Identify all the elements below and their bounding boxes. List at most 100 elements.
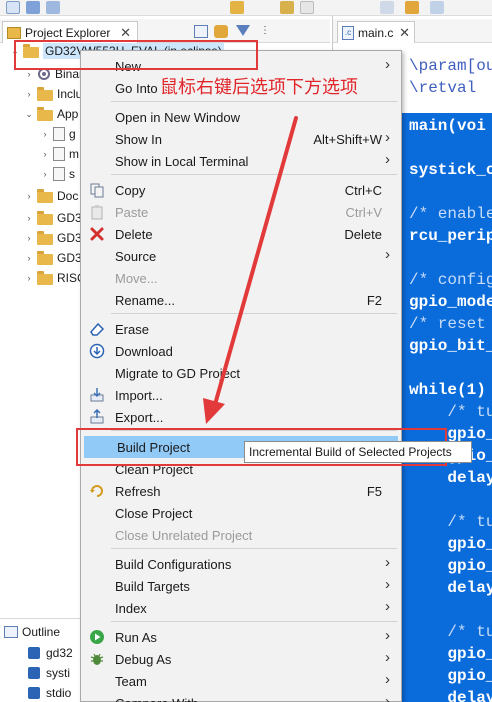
- menu-separator: [111, 101, 397, 102]
- outline-item[interactable]: stdio: [28, 683, 71, 702]
- menu-item-label: Go Into: [115, 80, 158, 96]
- collapsed-arrow-icon[interactable]: ›: [24, 273, 34, 283]
- tree-item-label: Doc: [57, 189, 79, 203]
- perspective-icon[interactable]: [430, 1, 444, 14]
- search-icon[interactable]: [380, 1, 394, 14]
- collapsed-arrow-icon[interactable]: ›: [24, 191, 34, 201]
- editor-tabbar: .c main.c ✕: [333, 19, 492, 43]
- menu-item-delete[interactable]: Delete Delete: [82, 223, 400, 245]
- menu-item-build-targets[interactable]: Build Targets ›: [82, 575, 400, 597]
- menu-item-shortcut: Alt+Shift+W: [313, 131, 382, 147]
- code-line: /* tu: [409, 403, 492, 421]
- menu-item-compare-with[interactable]: Compare With ›: [82, 692, 400, 702]
- menu-item-refresh[interactable]: Refresh F5: [82, 480, 400, 502]
- menu-item-paste[interactable]: Paste Ctrl+V: [82, 201, 400, 223]
- collapsed-arrow-icon[interactable]: ›: [24, 233, 34, 243]
- include-icon: [28, 667, 40, 679]
- save-all-icon[interactable]: [46, 1, 60, 14]
- menu-item-source[interactable]: Source ›: [82, 245, 400, 267]
- menu-item-label: Export...: [115, 409, 164, 425]
- tree-item[interactable]: › GD3: [24, 228, 82, 248]
- tree-item[interactable]: › s: [40, 164, 75, 184]
- close-icon[interactable]: ✕: [399, 25, 410, 41]
- menu-item-label: Debug As: [115, 651, 172, 667]
- submenu-arrow-icon: ›: [385, 129, 390, 146]
- tree-item-label: m: [69, 147, 79, 161]
- refresh-icon: [89, 483, 105, 499]
- menu-item-show-in[interactable]: Show In Alt+Shift+W ›: [82, 128, 400, 150]
- code-line: gpio_: [409, 645, 492, 663]
- code-line: /* enable: [409, 205, 492, 223]
- menu-item-erase[interactable]: Erase: [82, 318, 400, 340]
- menu-item-rename[interactable]: Rename... F2: [82, 289, 400, 311]
- outline-item[interactable]: gd32: [28, 643, 73, 663]
- menu-item-label: Migrate to GD Project: [115, 365, 240, 381]
- tree-item[interactable]: › GD3: [24, 248, 82, 268]
- new-icon[interactable]: [6, 1, 20, 14]
- menu-item-build-configurations[interactable]: Build Configurations ›: [82, 553, 400, 575]
- menu-item-copy[interactable]: Copy Ctrl+C: [82, 179, 400, 201]
- back-icon[interactable]: [280, 1, 294, 14]
- forward-icon[interactable]: [300, 1, 314, 14]
- context-menu: New › Go Into Open in New Window Show In Alt+…: [80, 50, 402, 702]
- menu-item-close-unrelated-project[interactable]: Close Unrelated Project: [82, 524, 400, 546]
- filter-icon[interactable]: [236, 25, 250, 36]
- menu-item-label: Compare With: [115, 696, 198, 702]
- tree-item[interactable]: › Doc: [24, 186, 78, 206]
- menu-item-migrate-to-gd-project[interactable]: Migrate to GD Project: [82, 362, 400, 384]
- build-icon[interactable]: [230, 1, 244, 14]
- tree-item[interactable]: › GD3: [24, 208, 82, 228]
- collapse-all-icon[interactable]: [194, 25, 208, 38]
- tree-item[interactable]: › m: [40, 144, 79, 164]
- menu-item-label: Copy: [115, 182, 146, 198]
- menu-item-label: Delete: [115, 226, 153, 242]
- menu-item-import[interactable]: Import...: [82, 384, 400, 406]
- copy-icon: [89, 182, 105, 198]
- erase-icon: [89, 321, 105, 337]
- debug-icon: [89, 651, 105, 667]
- menu-item-close-project[interactable]: Close Project: [82, 502, 400, 524]
- expanded-arrow-icon[interactable]: ⌄: [24, 109, 34, 120]
- tree-item[interactable]: ⌄ App: [24, 104, 78, 124]
- collapsed-arrow-icon[interactable]: ›: [24, 89, 34, 99]
- collapsed-arrow-icon[interactable]: ›: [40, 169, 50, 179]
- menu-item-download[interactable]: Download: [82, 340, 400, 362]
- menu-item-export[interactable]: Export...: [82, 406, 400, 428]
- collapsed-arrow-icon[interactable]: ›: [40, 149, 50, 159]
- menu-item-debug-as[interactable]: Debug As ›: [82, 648, 400, 670]
- collapsed-arrow-icon[interactable]: ›: [40, 129, 50, 139]
- export-icon: [89, 408, 105, 425]
- menu-item-show-in-local-terminal[interactable]: Show in Local Terminal ›: [82, 150, 400, 172]
- menu-item-index[interactable]: Index ›: [82, 597, 400, 619]
- outline-item-label: systi: [46, 666, 70, 680]
- run-tool-icon[interactable]: [405, 1, 419, 14]
- outline-icon: [4, 626, 18, 638]
- menu-item-label: Build Configurations: [115, 556, 232, 572]
- download-icon: [89, 343, 105, 359]
- tree-item[interactable]: › g: [40, 124, 76, 144]
- menu-item-label: Paste: [115, 204, 149, 220]
- menu-separator: [111, 313, 397, 314]
- close-icon[interactable]: ✕: [120, 25, 131, 41]
- collapsed-arrow-icon[interactable]: ›: [24, 69, 34, 79]
- run-icon: [89, 629, 105, 645]
- save-icon[interactable]: [26, 1, 40, 14]
- outline-item[interactable]: systi: [28, 663, 70, 683]
- menu-item-run-as[interactable]: Run As ›: [82, 626, 400, 648]
- view-menu-icon[interactable]: ⋮: [258, 25, 272, 38]
- tab-outline[interactable]: Outline: [2, 621, 60, 643]
- tree-item[interactable]: › RISC: [24, 268, 86, 288]
- tab-main-c[interactable]: .c main.c ✕: [337, 21, 415, 43]
- menu-item-move[interactable]: Move...: [82, 267, 400, 289]
- link-with-editor-icon[interactable]: [214, 25, 228, 38]
- file-icon: [53, 147, 65, 161]
- menu-item-label: Build Targets: [115, 578, 190, 594]
- collapsed-arrow-icon[interactable]: ›: [24, 253, 34, 263]
- code-line: main(voi: [409, 117, 486, 135]
- menu-item-label: Team: [115, 673, 147, 689]
- collapsed-arrow-icon[interactable]: ›: [24, 213, 34, 223]
- menu-item-open-in-new-window[interactable]: Open in New Window: [82, 106, 400, 128]
- menu-item-team[interactable]: Team ›: [82, 670, 400, 692]
- submenu-arrow-icon: ›: [385, 56, 390, 73]
- code-line: rcu_perip: [409, 227, 492, 245]
